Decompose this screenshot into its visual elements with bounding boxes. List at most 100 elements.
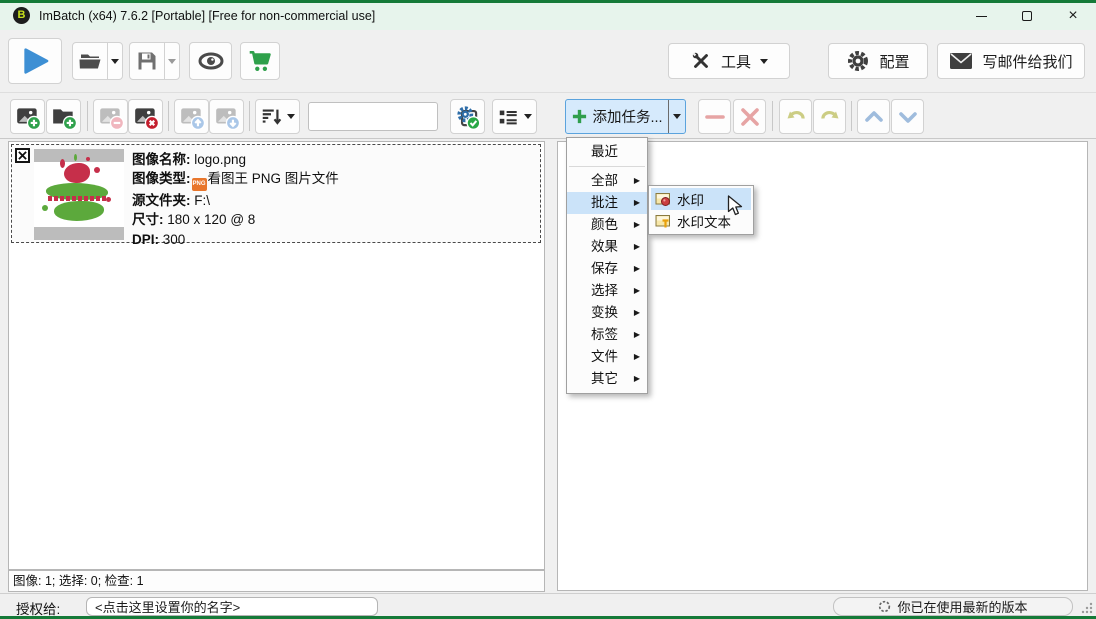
panel-splitter[interactable] [546, 141, 556, 570]
menu-item-select[interactable]: 选择▶ [567, 280, 647, 302]
separator [772, 101, 773, 131]
field-label: 图像类型: [132, 171, 191, 186]
config-button[interactable]: 配置 [828, 43, 928, 79]
image-down-icon [214, 104, 240, 130]
chevron-up-icon [862, 105, 886, 129]
add-task-menu: 最近 全部▶ 批注▶ 颜色▶ 效果▶ 保存▶ 选择▶ 变换▶ 标签▶ 文件▶ 其… [566, 137, 648, 394]
submenu-arrow-icon: ▶ [634, 302, 640, 324]
clear-images-button[interactable] [128, 99, 163, 134]
update-status-button[interactable]: 你已在使用最新的版本 [833, 597, 1073, 616]
preview-button[interactable] [189, 42, 232, 80]
submenu-arrow-icon: ▶ [634, 368, 640, 390]
resize-grip[interactable] [1080, 601, 1094, 615]
menu-item-save[interactable]: 保存▶ [567, 258, 647, 280]
tools-icon [690, 50, 712, 72]
separator [87, 101, 88, 131]
update-status-label: 你已在使用最新的版本 [897, 597, 1027, 616]
redo-button[interactable] [813, 99, 846, 134]
run-button[interactable] [8, 38, 62, 84]
save-button[interactable] [129, 42, 180, 80]
menu-item-color[interactable]: 颜色▶ [567, 214, 647, 236]
add-folder-button[interactable] [46, 99, 81, 134]
tools-button[interactable]: 工具 [668, 43, 790, 79]
add-task-dropdown[interactable] [668, 100, 685, 133]
menu-item-other[interactable]: 其它▶ [567, 368, 647, 390]
add-task-button[interactable]: 添加任务... [565, 99, 686, 134]
field-value: F:\ [194, 193, 210, 208]
window-accent-top [0, 0, 1096, 3]
remove-task-button[interactable] [698, 99, 731, 134]
move-task-down-button[interactable] [891, 99, 924, 134]
open-button[interactable] [72, 42, 123, 80]
image-checkbox[interactable] [15, 148, 30, 163]
field-label: 尺寸: [132, 212, 164, 227]
submenu-arrow-icon: ▶ [634, 258, 640, 280]
envelope-icon [949, 52, 973, 70]
eye-icon [197, 49, 225, 73]
maximize-button[interactable] [1004, 2, 1050, 30]
watermark-icon [655, 191, 671, 207]
dropdown-arrow-icon [673, 114, 681, 119]
maximize-icon [1022, 11, 1032, 21]
license-label: 授权给: [16, 598, 60, 618]
config-label: 配置 [879, 51, 909, 72]
separator [249, 101, 250, 131]
menu-item-effects[interactable]: 效果▶ [567, 236, 647, 258]
menu-item-recent[interactable]: 最近 [567, 141, 647, 163]
image-details: 图像名称: logo.png 图像类型:PNG看图王 PNG 图片文件 源文件夹… [132, 150, 339, 249]
menu-item-tags[interactable]: 标签▶ [567, 324, 647, 346]
gear-icon [846, 49, 870, 73]
x-icon [738, 105, 762, 129]
sort-button[interactable] [255, 99, 300, 134]
email-label: 写邮件给我们 [982, 51, 1072, 72]
chevron-down-icon [896, 105, 920, 129]
submenu-item-label: 水印 [677, 189, 704, 209]
field-value: 300 [163, 232, 186, 247]
titlebar: B ImBatch (x64) 7.6.2 [Portable] [Free f… [0, 0, 1096, 30]
remove-image-icon [98, 104, 124, 130]
add-images-button[interactable] [10, 99, 45, 134]
minus-icon [703, 105, 727, 129]
move-image-up-button[interactable] [174, 99, 209, 134]
image-up-icon [179, 104, 205, 130]
remove-image-button[interactable] [93, 99, 128, 134]
move-task-up-button[interactable] [857, 99, 890, 134]
dropdown-arrow-icon [111, 59, 119, 64]
email-button[interactable]: 写邮件给我们 [937, 43, 1085, 79]
open-folder-icon [78, 49, 102, 73]
thumbnail-text [48, 196, 108, 201]
play-icon [19, 45, 51, 77]
close-button[interactable]: × [1050, 2, 1096, 30]
mouse-cursor [727, 195, 744, 217]
minimize-button[interactable] [958, 2, 1004, 30]
undo-button[interactable] [779, 99, 812, 134]
submenu-arrow-icon: ▶ [634, 324, 640, 346]
image-list-item[interactable]: 图像名称: logo.png 图像类型:PNG看图王 PNG 图片文件 源文件夹… [11, 144, 541, 243]
add-folder-icon [51, 104, 77, 130]
menu-item-file[interactable]: 文件▶ [567, 346, 647, 368]
refresh-icon [878, 600, 891, 613]
minimize-icon [976, 16, 987, 17]
menu-item-transform[interactable]: 变换▶ [567, 302, 647, 324]
view-options-button[interactable] [492, 99, 537, 134]
menu-separator [569, 166, 645, 167]
submenu-item-label: 水印文本 [677, 211, 731, 231]
license-name-input[interactable] [86, 597, 378, 616]
app-icon: B [13, 7, 30, 24]
image-list-panel: 图像名称: logo.png 图像类型:PNG看图王 PNG 图片文件 源文件夹… [8, 141, 545, 570]
submenu-arrow-icon: ▶ [634, 280, 640, 302]
separator [851, 101, 852, 131]
submenu-arrow-icon: ▶ [634, 346, 640, 368]
save-dropdown[interactable] [164, 43, 179, 79]
open-dropdown[interactable] [107, 43, 122, 79]
check-images-button[interactable] [450, 99, 485, 134]
menu-item-all[interactable]: 全部▶ [567, 170, 647, 192]
dropdown-arrow-icon [524, 114, 532, 119]
move-image-down-button[interactable] [209, 99, 244, 134]
close-icon: × [1068, 8, 1077, 24]
field-value: 看图王 PNG 图片文件 [208, 171, 339, 186]
redo-icon [818, 105, 842, 129]
buy-button[interactable] [240, 42, 280, 80]
menu-item-annotate[interactable]: 批注▶ [567, 192, 647, 214]
clear-tasks-button[interactable] [733, 99, 766, 134]
